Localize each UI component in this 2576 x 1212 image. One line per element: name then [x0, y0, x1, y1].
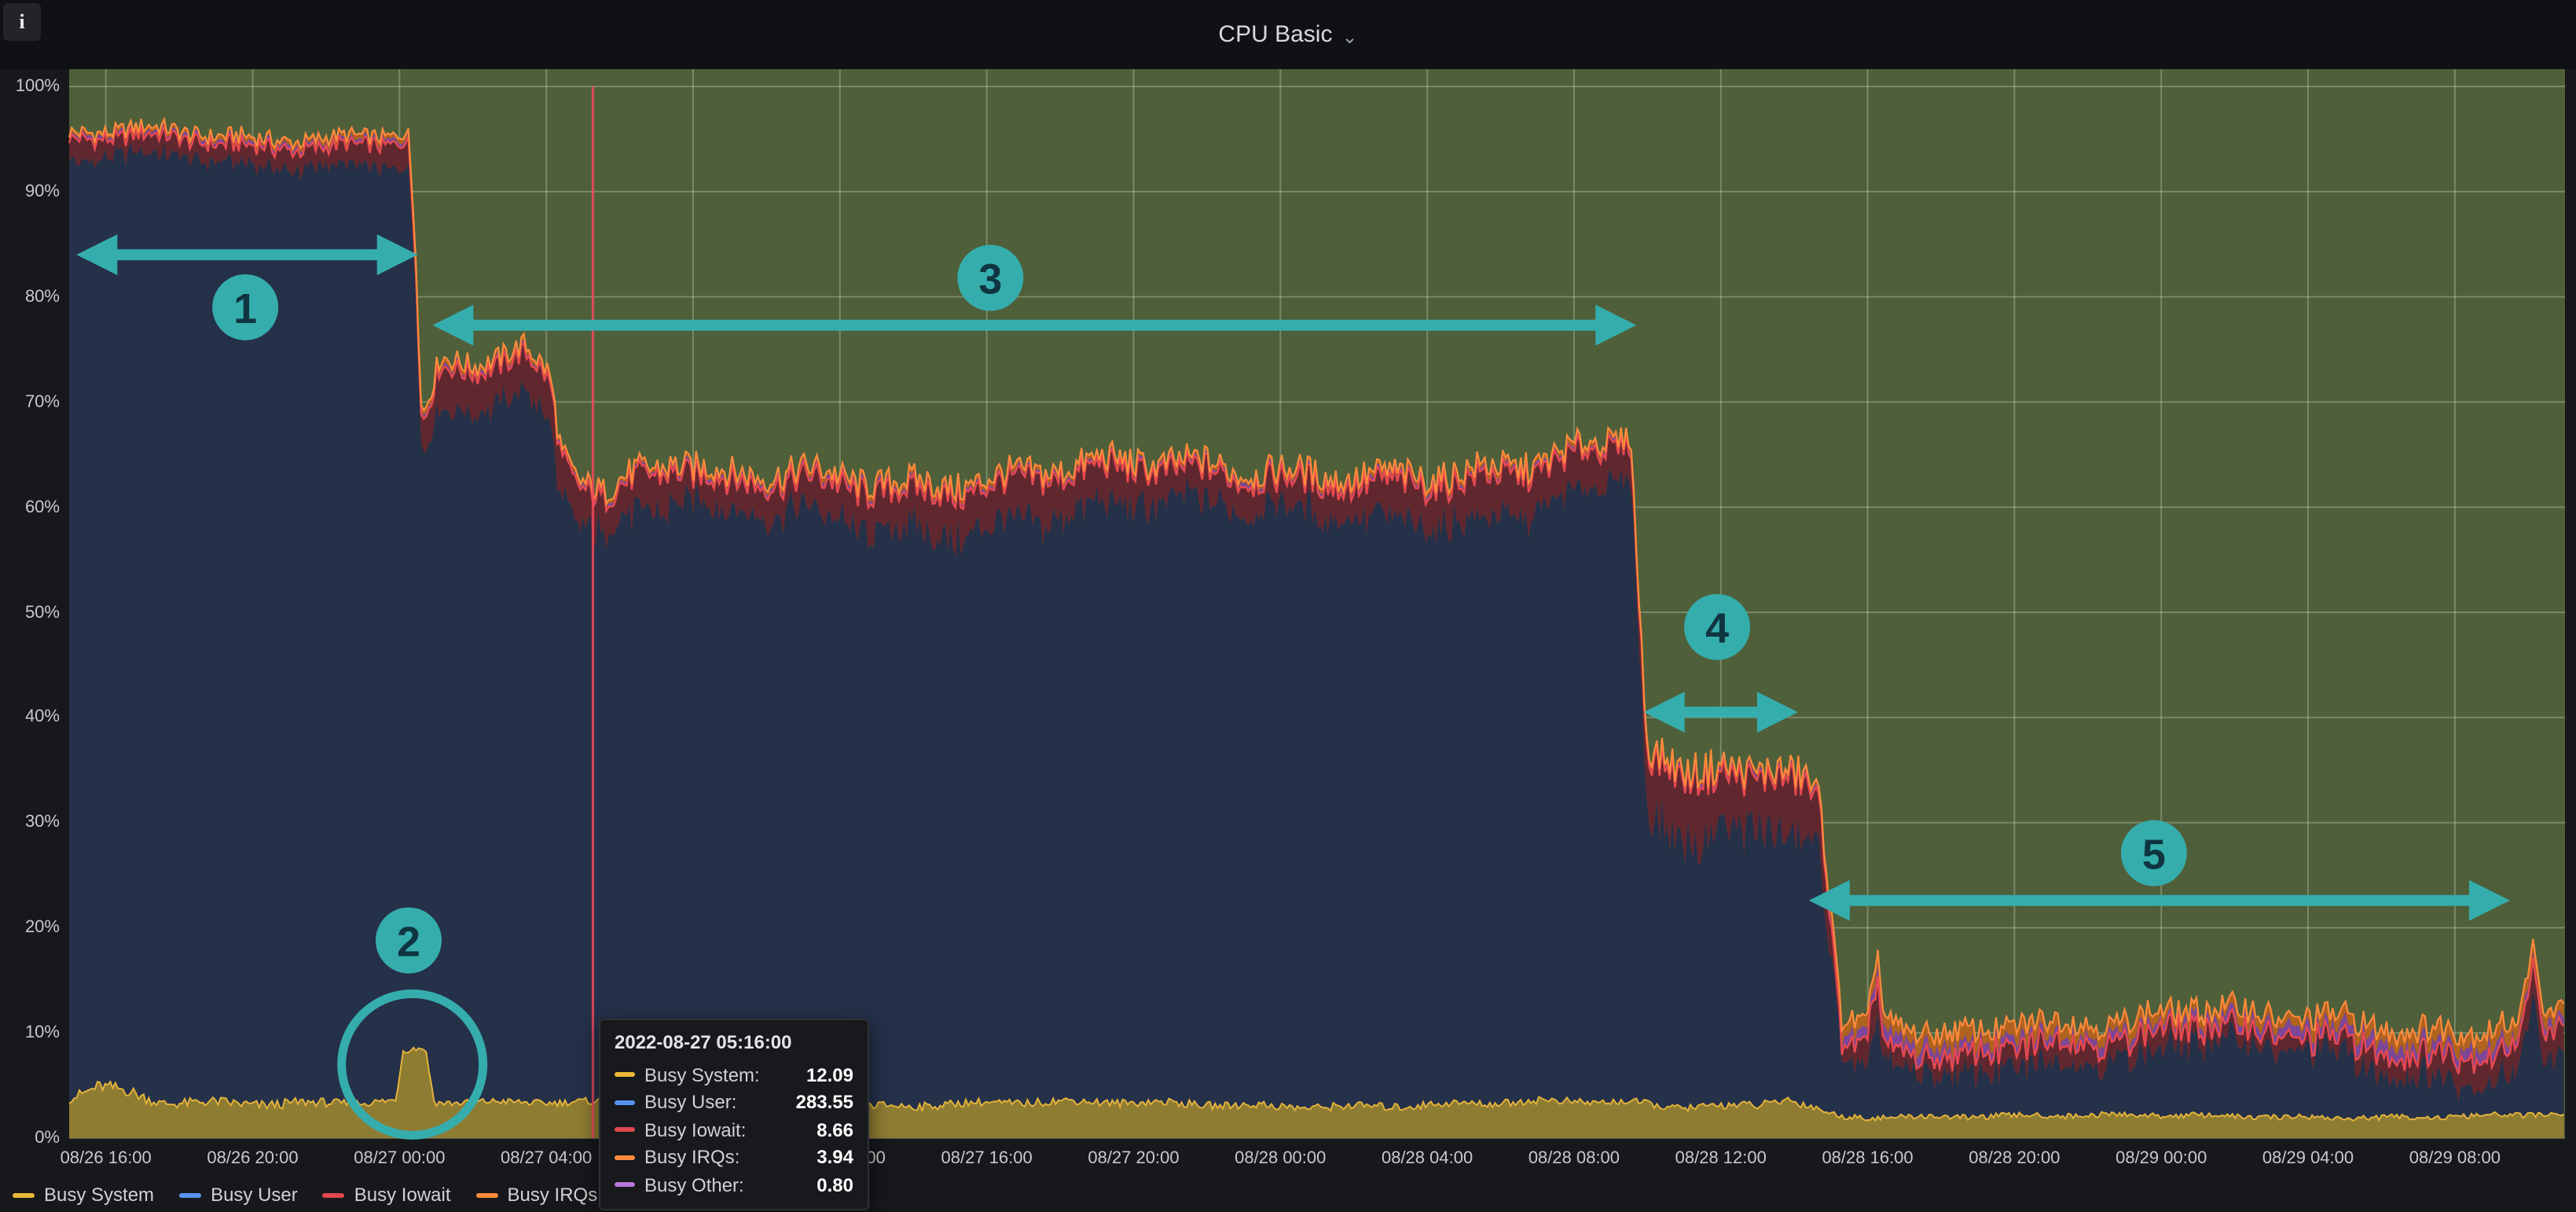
- annotation-number-text: 1: [233, 285, 257, 332]
- legend: Busy System Busy User Busy Iowait Busy IRQs: [13, 1184, 597, 1206]
- y-tick-label: 20%: [0, 916, 60, 938]
- y-tick-label: 90%: [0, 181, 60, 203]
- legend-label: Busy Iowait: [354, 1184, 451, 1206]
- tooltip-row: Busy Other: 0.80: [615, 1171, 853, 1199]
- tooltip-row: Busy User: 283.55: [615, 1089, 853, 1116]
- panel-title-dropdown[interactable]: CPU Basic ⌄: [1218, 21, 1357, 48]
- tooltip-row: Busy Iowait: 8.66: [615, 1116, 853, 1144]
- x-tick-label: 08/28 16:00: [1802, 1148, 1934, 1170]
- y-tick-label: 100%: [0, 75, 60, 97]
- tooltip-series-dash: [615, 1128, 635, 1133]
- legend-item-busy-irqs[interactable]: Busy IRQs: [476, 1184, 598, 1206]
- tooltip-rows: Busy System:12.09Busy User:283.55Busy Io…: [615, 1061, 853, 1199]
- legend-swatch: [179, 1192, 201, 1197]
- x-tick-label: 08/29 04:00: [2242, 1148, 2374, 1170]
- tooltip-series-value: 283.55: [796, 1092, 853, 1114]
- info-icon[interactable]: i: [3, 3, 41, 41]
- tooltip-series-label: Busy Iowait:: [644, 1119, 746, 1141]
- panel-header: CPU Basic ⌄: [0, 0, 2576, 69]
- y-tick-label: 40%: [0, 707, 60, 729]
- annotation-number-text: 3: [978, 256, 1002, 303]
- tooltip-series-dash: [615, 1155, 635, 1160]
- annotation-number-text: 2: [397, 918, 420, 965]
- tooltip: 2022-08-27 05:16:00 Busy System:12.09Bus…: [599, 1019, 869, 1210]
- y-tick-label: 70%: [0, 391, 60, 413]
- tooltip-series-label: Busy User:: [644, 1092, 736, 1114]
- legend-swatch: [323, 1192, 345, 1197]
- y-tick-label: 30%: [0, 812, 60, 834]
- y-tick-label: 50%: [0, 601, 60, 623]
- tooltip-series-label: Busy Other:: [644, 1174, 744, 1196]
- x-tick-label: 08/28 04:00: [1361, 1148, 1493, 1170]
- tooltip-series-value: 12.09: [806, 1064, 853, 1086]
- x-tick-label: 08/27 04:00: [480, 1148, 612, 1170]
- y-tick-label: 80%: [0, 286, 60, 308]
- tooltip-series-label: Busy System:: [644, 1064, 760, 1086]
- tooltip-series-dash: [615, 1100, 635, 1105]
- tooltip-row: Busy System: 12.09: [615, 1061, 853, 1089]
- x-tick-label: 08/29 08:00: [2389, 1148, 2521, 1170]
- y-tick-label: 10%: [0, 1022, 60, 1044]
- legend-swatch: [13, 1192, 35, 1197]
- x-tick-label: 08/27 16:00: [921, 1148, 1053, 1170]
- x-tick-label: 08/27 20:00: [1067, 1148, 1199, 1170]
- x-tick-label: 08/28 12:00: [1655, 1148, 1787, 1170]
- tooltip-series-value: 8.66: [816, 1119, 853, 1141]
- legend-swatch: [476, 1192, 498, 1197]
- legend-label: Busy IRQs: [508, 1184, 598, 1206]
- y-tick-label: 0%: [0, 1127, 60, 1149]
- legend-item-busy-user[interactable]: Busy User: [179, 1184, 298, 1206]
- grafana-panel: CPU Basic ⌄ i 123450%10%20%30%40%50%60%7…: [0, 0, 2576, 1212]
- cpu-chart-plot[interactable]: 1 2 3 4 5: [0, 0, 2576, 1212]
- tooltip-series-value: 3.94: [816, 1147, 853, 1169]
- x-tick-label: 08/28 00:00: [1214, 1148, 1346, 1170]
- legend-label: Busy User: [211, 1184, 298, 1206]
- legend-label: Busy System: [44, 1184, 154, 1206]
- legend-item-busy-system[interactable]: Busy System: [13, 1184, 154, 1206]
- annotation-number-text: 5: [2142, 831, 2166, 878]
- tooltip-series-dash: [615, 1073, 635, 1078]
- annotation-number-text: 4: [1705, 605, 1729, 652]
- x-tick-label: 08/26 20:00: [187, 1148, 319, 1170]
- tooltip-series-label: Busy IRQs:: [644, 1147, 739, 1169]
- panel-title: CPU Basic: [1218, 21, 1332, 48]
- x-tick-label: 08/29 00:00: [2095, 1148, 2227, 1170]
- y-tick-label: 60%: [0, 496, 60, 518]
- tooltip-series-value: 0.80: [816, 1174, 853, 1196]
- x-tick-label: 08/26 16:00: [40, 1148, 172, 1170]
- chevron-down-icon: ⌄: [1341, 22, 1357, 47]
- tooltip-row: Busy IRQs: 3.94: [615, 1144, 853, 1171]
- legend-item-busy-iowait[interactable]: Busy Iowait: [323, 1184, 451, 1206]
- x-tick-label: 08/27 00:00: [333, 1148, 465, 1170]
- tooltip-timestamp: 2022-08-27 05:16:00: [615, 1031, 853, 1053]
- tooltip-series-dash: [615, 1183, 635, 1188]
- x-tick-label: 08/28 08:00: [1508, 1148, 1640, 1170]
- x-tick-label: 08/28 20:00: [1948, 1148, 2080, 1170]
